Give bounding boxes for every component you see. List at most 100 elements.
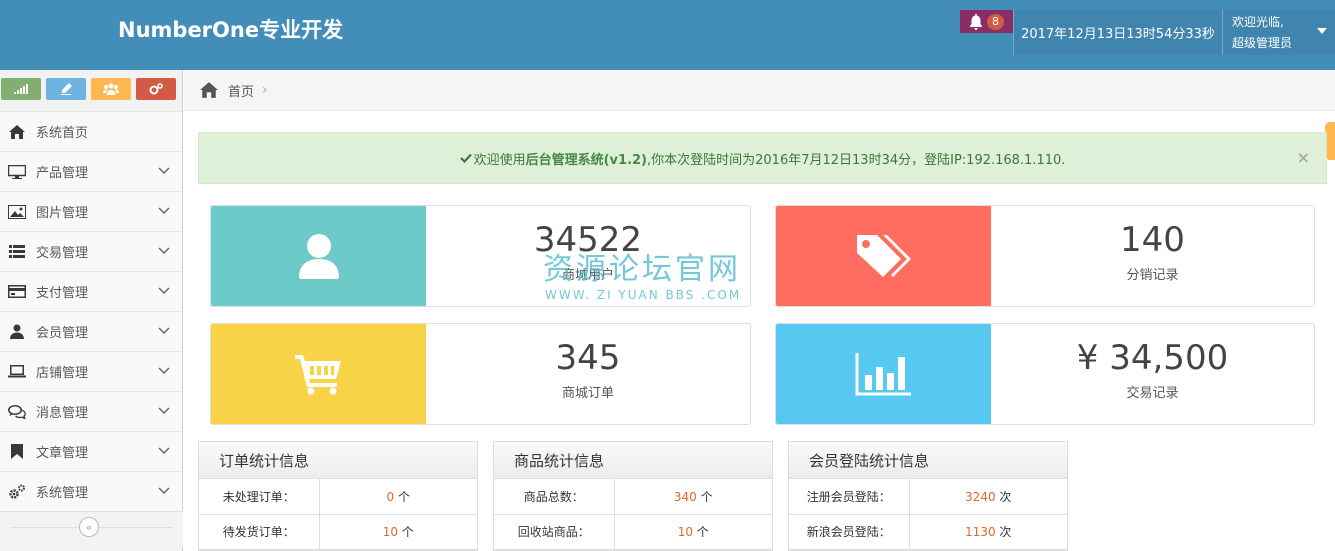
check-icon (459, 153, 472, 163)
cogs-icon (149, 83, 163, 95)
sidebar-item-label: 支付管理 (36, 286, 89, 301)
collapse-sidebar-button[interactable]: « (79, 517, 99, 537)
notification-button[interactable]: 8 (960, 10, 1013, 33)
alert-system-name: 后台管理系统(v1.2) (525, 152, 647, 168)
user-menu[interactable]: 欢迎光临, 超级管理员 (1222, 10, 1335, 55)
laptop-icon (6, 363, 28, 381)
current-datetime: 2017年12月13日13时54分33秒 (1013, 10, 1222, 55)
member-login-stats-panel: 会员登陆统计信息 注册会员登陆： 3240 次 新浪会员登陆： 1130 次 (788, 441, 1068, 551)
sidebar: 系统首页 产品管理 图片管理 交易管理 支付管理 会员管理 店铺管理 消息管理 … (0, 70, 183, 551)
panel-title: 商品统计信息 (494, 442, 772, 479)
order-stats-panel: 订单统计信息 未处理订单： 0 个 待发货订单： 10 个 (198, 441, 478, 551)
panel-title: 会员登陆统计信息 (789, 442, 1067, 479)
row-key: 待发货订单： (199, 514, 320, 550)
sidebar-item-members[interactable]: 会员管理 (0, 311, 182, 351)
chevron-down-icon (158, 167, 170, 175)
group-shortcut-button[interactable] (91, 78, 131, 100)
pencil-shortcut-button[interactable] (46, 78, 86, 100)
desktop-icon (6, 163, 28, 181)
chevron-down-icon (158, 247, 170, 255)
home-icon[interactable] (200, 82, 218, 98)
sidebar-item-stores[interactable]: 店铺管理 (0, 351, 182, 391)
stats-table: 商品总数： 340 个 回收站商品： 10 个 (494, 479, 772, 550)
user-icon (6, 323, 28, 341)
row-unit: 次 (999, 489, 1012, 504)
card-icon-panel (211, 206, 426, 306)
comments-icon (6, 403, 28, 421)
sidebar-item-system[interactable]: 系统管理 (0, 471, 182, 511)
sidebar-item-products[interactable]: 产品管理 (0, 151, 182, 191)
row-unit: 个 (700, 489, 713, 504)
stat-label: 分销记录 (1126, 268, 1179, 283)
signal-icon (14, 84, 28, 94)
product-stats-panel: 商品统计信息 商品总数： 340 个 回收站商品： 10 个 (493, 441, 773, 551)
username: 超级管理员 (1232, 36, 1293, 50)
bar-chart-icon (855, 353, 911, 396)
table-row: 新浪会员登陆： 1130 次 (789, 514, 1067, 550)
table-row: 商品总数： 340 个 (494, 479, 772, 515)
sidebar-item-label: 文章管理 (36, 446, 89, 461)
user-icon (298, 234, 339, 279)
chevron-down-icon (158, 287, 170, 295)
table-row: 回收站商品： 10 个 (494, 514, 772, 550)
sidebar-item-label: 店铺管理 (36, 366, 89, 381)
row-value-cell: 1130 次 (909, 514, 1067, 550)
panel-title: 订单统计信息 (199, 442, 477, 479)
chevron-down-icon (158, 487, 170, 495)
table-row: 待发货订单： 10 个 (199, 514, 477, 550)
row-value[interactable]: 3240 (965, 490, 996, 504)
breadcrumb: 首页 › (184, 70, 1335, 111)
sidebar-item-label: 系统首页 (36, 126, 89, 141)
alert-prefix: 欢迎使用 (473, 152, 526, 168)
sidebar-item-articles[interactable]: 文章管理 (0, 431, 182, 471)
welcome-alert: 欢迎使用 后台管理系统(v1.2) ,你本次登陆时间为2016年7月12日13时34… (198, 132, 1327, 184)
row-value[interactable]: 0 (387, 490, 395, 504)
bell-icon (970, 13, 982, 30)
sidebar-item-payment[interactable]: 支付管理 (0, 271, 182, 311)
top-navbar: NumberOne专业开发 8 2017年12月13日13时54分33秒 欢迎光… (0, 0, 1335, 70)
row-value[interactable]: 10 (383, 525, 398, 539)
stat-card-transactions[interactable]: ¥ 34,500 交易记录 (775, 323, 1315, 425)
row-value-cell: 340 个 (614, 479, 772, 515)
shopping-cart-icon (294, 355, 341, 395)
sidebar-item-messages[interactable]: 消息管理 (0, 391, 182, 431)
sidebar-item-home[interactable]: 系统首页 (0, 111, 182, 151)
row-unit: 次 (999, 525, 1012, 539)
signal-shortcut-button[interactable] (1, 78, 41, 100)
watermark-title: 资源论坛官网 (543, 252, 741, 287)
card-icon-panel (776, 324, 991, 424)
row-value-cell: 10 个 (319, 514, 477, 550)
chevron-down-icon (158, 447, 170, 455)
sidebar-item-transactions[interactable]: 交易管理 (0, 231, 182, 271)
watermark-url: WWW. ZI YUAN BBS .COM (545, 288, 742, 302)
pencil-icon (61, 83, 72, 95)
cogs-shortcut-button[interactable] (136, 78, 176, 100)
sidebar-item-label: 产品管理 (36, 166, 89, 181)
stat-label: 商城订单 (561, 386, 614, 401)
cogs-icon (6, 483, 28, 501)
stat-value: 345 (555, 338, 621, 378)
breadcrumb-home-link[interactable]: 首页 (228, 81, 254, 100)
sidebar-shortcuts (0, 70, 182, 111)
close-icon[interactable]: × (1297, 148, 1310, 167)
row-unit: 个 (401, 525, 414, 539)
card-icon-panel (776, 206, 991, 306)
row-key: 注册会员登陆： (789, 479, 910, 515)
group-icon (103, 83, 119, 95)
stat-value: 140 (1120, 220, 1185, 260)
sidebar-item-pictures[interactable]: 图片管理 (0, 191, 182, 231)
row-value[interactable]: 10 (678, 525, 693, 539)
caret-down-icon (1317, 28, 1327, 34)
stat-card-distribution[interactable]: 140 分销记录 (775, 205, 1315, 307)
row-key: 回收站商品： (494, 514, 615, 550)
tags-icon (856, 235, 911, 277)
row-value[interactable]: 340 (674, 490, 697, 504)
stat-label: 交易记录 (1126, 386, 1179, 401)
row-key: 新浪会员登陆： (789, 514, 910, 550)
row-value[interactable]: 1130 (965, 525, 996, 539)
brand-title[interactable]: NumberOne专业开发 (118, 14, 343, 44)
stats-table: 未处理订单： 0 个 待发货订单： 10 个 (199, 479, 477, 550)
picture-icon (6, 203, 28, 221)
stat-card-orders[interactable]: 345 商城订单 (210, 323, 751, 425)
chevron-down-icon (158, 327, 170, 335)
